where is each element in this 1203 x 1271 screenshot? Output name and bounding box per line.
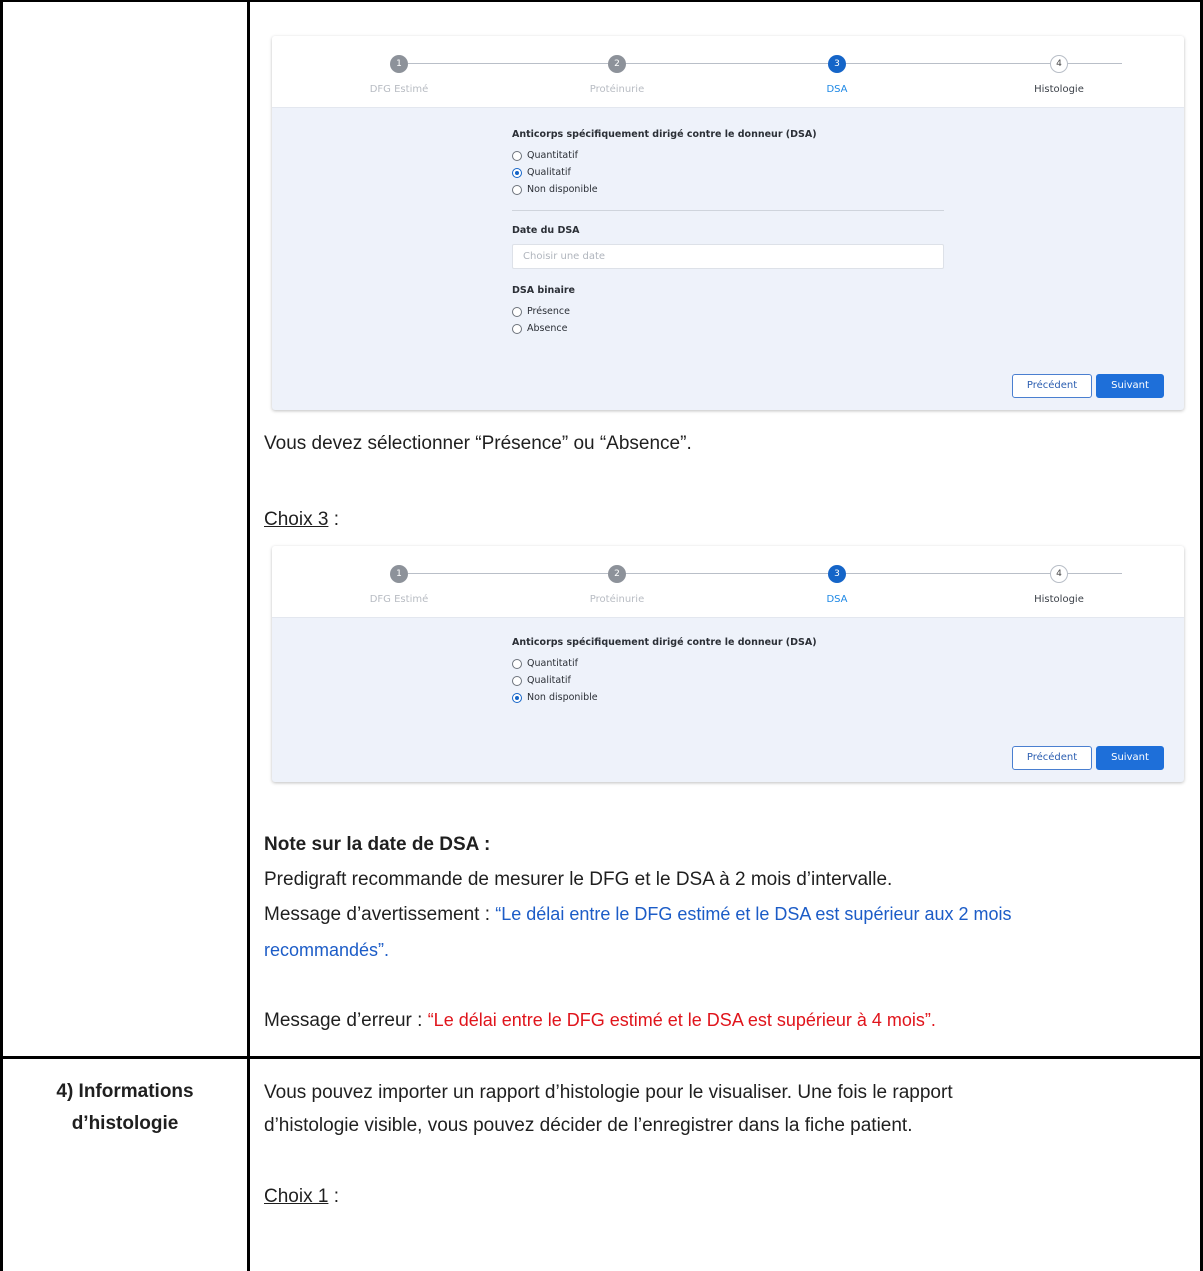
radio-button[interactable] — [512, 659, 522, 669]
choice-1-heading: Choix 1 : — [264, 1186, 339, 1208]
radio-button[interactable] — [512, 185, 522, 195]
choice-1-suffix: : — [328, 1186, 339, 1207]
step-1-label: DFG Estimé — [369, 594, 429, 605]
radio-label: Non disponible — [527, 184, 598, 195]
step-1-dot[interactable]: 1 — [390, 565, 408, 583]
section-4-paragraph-line2: d’histologie visible, vous pouvez décide… — [264, 1115, 913, 1136]
step-3-dot[interactable]: 3 — [828, 565, 846, 583]
section-4-paragraph-line1: Vous pouvez importer un rapport d’histol… — [264, 1082, 953, 1103]
warning-prefix: Message d’avertissement : — [264, 904, 496, 925]
note-title: Note sur la date de DSA : — [264, 834, 491, 855]
radio-button-selected[interactable] — [512, 168, 522, 178]
date-input[interactable]: Choisir une date — [512, 244, 944, 269]
section-4-heading-line1: 4) Informations — [56, 1081, 194, 1102]
radio-label: Présence — [527, 306, 570, 317]
note-line: Predigraft recommande de mesurer le DFG … — [264, 869, 893, 890]
step-1-dot[interactable]: 1 — [390, 55, 408, 73]
step-4-label: Histologie — [1034, 84, 1084, 95]
stepper: 1 2 3 4 DFG Estimé Protéinurie DSA Histo… — [272, 36, 1184, 108]
error-text: “Le délai entre le DFG estimé et le DSA … — [427, 1010, 936, 1030]
radio-label: Quantitatif — [527, 150, 578, 161]
warning-message: Message d’avertissement : “Le délai entr… — [264, 904, 1012, 926]
choice-1-label: Choix 1 — [264, 1186, 329, 1207]
binary-label: DSA binaire — [512, 285, 576, 296]
section-4-heading-line2: d’histologie — [71, 1113, 179, 1134]
table-border-top — [0, 0, 1203, 2]
choice-3-suffix: : — [328, 509, 339, 530]
step-3-label: DSA — [826, 594, 848, 605]
radio-button[interactable] — [512, 307, 522, 317]
dsa-question-title: Anticorps spécifiquement dirigé contre l… — [512, 637, 817, 648]
radio-label: Qualitatif — [527, 167, 571, 178]
step-3-dot[interactable]: 3 — [828, 55, 846, 73]
table-border-left — [0, 0, 3, 1271]
error-prefix: Message d’erreur : — [264, 1010, 428, 1031]
radio-button[interactable] — [512, 676, 522, 686]
warning-text: “Le délai entre le DFG estimé et le DSA … — [495, 904, 1012, 924]
step-2-dot[interactable]: 2 — [608, 565, 626, 583]
radio-label: Non disponible — [527, 692, 598, 703]
warning-text-continued: recommandés”. — [264, 940, 390, 960]
section-divider — [512, 210, 944, 211]
error-message: Message d’erreur : “Le délai entre le DF… — [264, 1010, 936, 1032]
step-4-dot[interactable]: 4 — [1050, 55, 1068, 73]
section-4-heading: 4) Informations d’histologie — [10, 1076, 240, 1140]
stepper-line — [408, 573, 1122, 574]
stepper-line — [408, 63, 1122, 64]
stepper: 1 2 3 4 DFG Estimé Protéinurie DSA Histo… — [272, 546, 1184, 618]
choice-3-heading: Choix 3 : — [264, 509, 339, 531]
radio-button-selected[interactable] — [512, 693, 522, 703]
choice-3-label: Choix 3 — [264, 509, 329, 530]
radio-label: Absence — [527, 323, 568, 334]
table-row-divider — [0, 1056, 1203, 1059]
table-border-middle — [247, 0, 250, 1271]
radio-button[interactable] — [512, 151, 522, 161]
dsa-question-title: Anticorps spécifiquement dirigé contre l… — [512, 129, 817, 140]
step-4-dot[interactable]: 4 — [1050, 565, 1068, 583]
dsa-form-screenshot-non-disponible: 1 2 3 4 DFG Estimé Protéinurie DSA Histo… — [272, 546, 1184, 782]
step-3-label: DSA — [826, 84, 848, 95]
step-1-label: DFG Estimé — [369, 84, 429, 95]
radio-label: Quantitatif — [527, 658, 578, 669]
step-2-label: Protéinurie — [589, 84, 645, 95]
step-2-dot[interactable]: 2 — [608, 55, 626, 73]
radio-label: Qualitatif — [527, 675, 571, 686]
step-4-label: Histologie — [1034, 594, 1084, 605]
previous-button[interactable]: Précédent — [1012, 374, 1092, 398]
step-2-label: Protéinurie — [589, 594, 645, 605]
next-button[interactable]: Suivant — [1096, 374, 1164, 398]
next-button[interactable]: Suivant — [1096, 746, 1164, 770]
dsa-form-screenshot-qualitatif: 1 2 3 4 DFG Estimé Protéinurie DSA Histo… — [272, 36, 1184, 410]
date-label: Date du DSA — [512, 225, 580, 236]
select-instruction: Vous devez sélectionner “Présence” ou “A… — [264, 433, 692, 454]
previous-button[interactable]: Précédent — [1012, 746, 1092, 770]
radio-button[interactable] — [512, 324, 522, 334]
